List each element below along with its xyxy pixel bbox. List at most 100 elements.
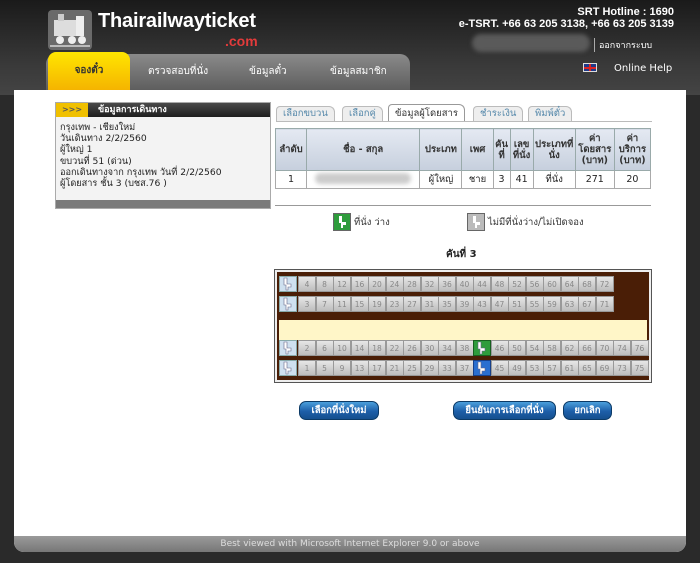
seat-26[interactable]: 26 [403, 340, 421, 356]
uk-flag-icon[interactable] [583, 63, 597, 72]
seat-65[interactable]: 65 [578, 360, 596, 376]
seat-2[interactable]: 2 [298, 340, 316, 356]
seat-74[interactable]: 74 [613, 340, 631, 356]
seat-16[interactable]: 16 [350, 276, 369, 292]
seat-50[interactable]: 50 [508, 340, 526, 356]
seat-69[interactable]: 69 [595, 360, 614, 376]
seat-35[interactable]: 35 [438, 296, 456, 312]
seat-72[interactable]: 72 [595, 276, 614, 292]
seat-61[interactable]: 61 [560, 360, 579, 376]
seat-15[interactable]: 15 [350, 296, 369, 312]
seat-59[interactable]: 59 [543, 296, 561, 312]
seat-42[interactable] [473, 340, 491, 356]
seat-39[interactable]: 39 [455, 296, 474, 312]
seat-33[interactable]: 33 [438, 360, 456, 376]
col-header-name: ชื่อ - สกุล [306, 128, 421, 171]
step-select-train[interactable]: เลือกขบวน [276, 106, 335, 121]
seat-8[interactable]: 8 [315, 276, 334, 292]
seat-70[interactable]: 70 [595, 340, 614, 356]
nav-tab-member-info[interactable]: ข้อมูลสมาชิก [330, 64, 387, 79]
nav-tab-booking[interactable]: จองตั๋ว [48, 52, 130, 90]
seat-map-aisle [279, 320, 647, 340]
step-passenger-info[interactable]: ข้อมูลผู้โดยสาร [388, 104, 465, 122]
seat-76[interactable]: 76 [630, 340, 649, 356]
seat-53[interactable]: 53 [525, 360, 544, 376]
seat-47[interactable]: 47 [490, 296, 509, 312]
train-logo-icon[interactable] [46, 8, 94, 52]
seat-60[interactable]: 60 [543, 276, 561, 292]
cell-gender: ชาย [461, 170, 494, 189]
seat-37[interactable]: 37 [455, 360, 474, 376]
seat-17[interactable]: 17 [368, 360, 386, 376]
step-print-ticket[interactable]: พิมพ์ตั๋ว [528, 106, 573, 121]
seat-49[interactable]: 49 [508, 360, 526, 376]
step-payment[interactable]: ชำระเงิน [473, 106, 524, 121]
seat-34[interactable]: 34 [438, 340, 456, 356]
seat-48[interactable]: 48 [490, 276, 509, 292]
seat-67[interactable]: 67 [578, 296, 596, 312]
seat-62[interactable]: 62 [560, 340, 579, 356]
seat-56[interactable]: 56 [525, 276, 544, 292]
seat-9[interactable]: 9 [333, 360, 351, 376]
arrow-icon: >>> [56, 103, 88, 117]
seat-64[interactable]: 64 [560, 276, 579, 292]
seat-10[interactable]: 10 [333, 340, 351, 356]
seat-44[interactable]: 44 [473, 276, 491, 292]
cancel-button[interactable]: ยกเลิก [563, 401, 612, 420]
step-select-pair[interactable]: เลือกคู่ [342, 106, 383, 121]
seat-13[interactable]: 13 [350, 360, 369, 376]
seat-28[interactable]: 28 [403, 276, 421, 292]
seat-19[interactable]: 19 [368, 296, 386, 312]
nav-tab-check-seat[interactable]: ตรวจสอบที่นั่ง [148, 64, 208, 79]
seat-54[interactable]: 54 [525, 340, 544, 356]
steps-divider [276, 121, 652, 122]
seat-31[interactable]: 31 [420, 296, 439, 312]
seat-14[interactable]: 14 [350, 340, 369, 356]
seat-20[interactable]: 20 [368, 276, 386, 292]
seat-4[interactable]: 4 [298, 276, 316, 292]
seat-52[interactable]: 52 [508, 276, 526, 292]
seat-57[interactable]: 57 [543, 360, 561, 376]
seat-75[interactable]: 75 [630, 360, 649, 376]
seat-41[interactable] [473, 360, 491, 376]
seat-55[interactable]: 55 [525, 296, 544, 312]
seat-27[interactable]: 27 [403, 296, 421, 312]
seat-30[interactable]: 30 [420, 340, 439, 356]
seat-24[interactable]: 24 [385, 276, 404, 292]
seat-22[interactable]: 22 [385, 340, 404, 356]
seat-5[interactable]: 5 [315, 360, 334, 376]
trip-info-panel: >>> ข้อมูลการเดินทาง กรุงเทพ - เชียงใหม่… [55, 102, 271, 209]
brand-name[interactable]: Thairailwayticket [98, 10, 256, 33]
seat-51[interactable]: 51 [508, 296, 526, 312]
seat-71[interactable]: 71 [595, 296, 614, 312]
seat-11[interactable]: 11 [333, 296, 351, 312]
seat-45[interactable]: 45 [490, 360, 509, 376]
logout-link[interactable]: ออกจากระบบ [594, 38, 652, 52]
seat-21[interactable]: 21 [385, 360, 404, 376]
online-help-link[interactable]: Online Help [614, 63, 672, 74]
passenger-table: ลำดับ ชื่อ - สกุล ประเภท เพศ คันที่ เลขท… [274, 128, 652, 189]
seat-40[interactable]: 40 [455, 276, 474, 292]
seat-12[interactable]: 12 [333, 276, 351, 292]
reselect-seat-button[interactable]: เลือกที่นั่งใหม่ [299, 401, 379, 420]
seat-58[interactable]: 58 [543, 340, 561, 356]
seat-29[interactable]: 29 [420, 360, 439, 376]
seat-25[interactable]: 25 [403, 360, 421, 376]
seat-23[interactable]: 23 [385, 296, 404, 312]
seat-43[interactable]: 43 [473, 296, 491, 312]
seat-6[interactable]: 6 [315, 340, 334, 356]
confirm-seat-button[interactable]: ยืนยันการเลือกที่นั่ง [453, 401, 556, 420]
seat-3[interactable]: 3 [298, 296, 316, 312]
seat-66[interactable]: 66 [578, 340, 596, 356]
nav-tab-ticket-info[interactable]: ข้อมูลตั๋ว [249, 64, 287, 79]
seat-7[interactable]: 7 [315, 296, 334, 312]
seat-73[interactable]: 73 [613, 360, 631, 376]
seat-63[interactable]: 63 [560, 296, 579, 312]
seat-36[interactable]: 36 [438, 276, 456, 292]
seat-1[interactable]: 1 [298, 360, 316, 376]
seat-68[interactable]: 68 [578, 276, 596, 292]
seat-18[interactable]: 18 [368, 340, 386, 356]
seat-38[interactable]: 38 [455, 340, 474, 356]
seat-32[interactable]: 32 [420, 276, 439, 292]
seat-46[interactable]: 46 [490, 340, 509, 356]
